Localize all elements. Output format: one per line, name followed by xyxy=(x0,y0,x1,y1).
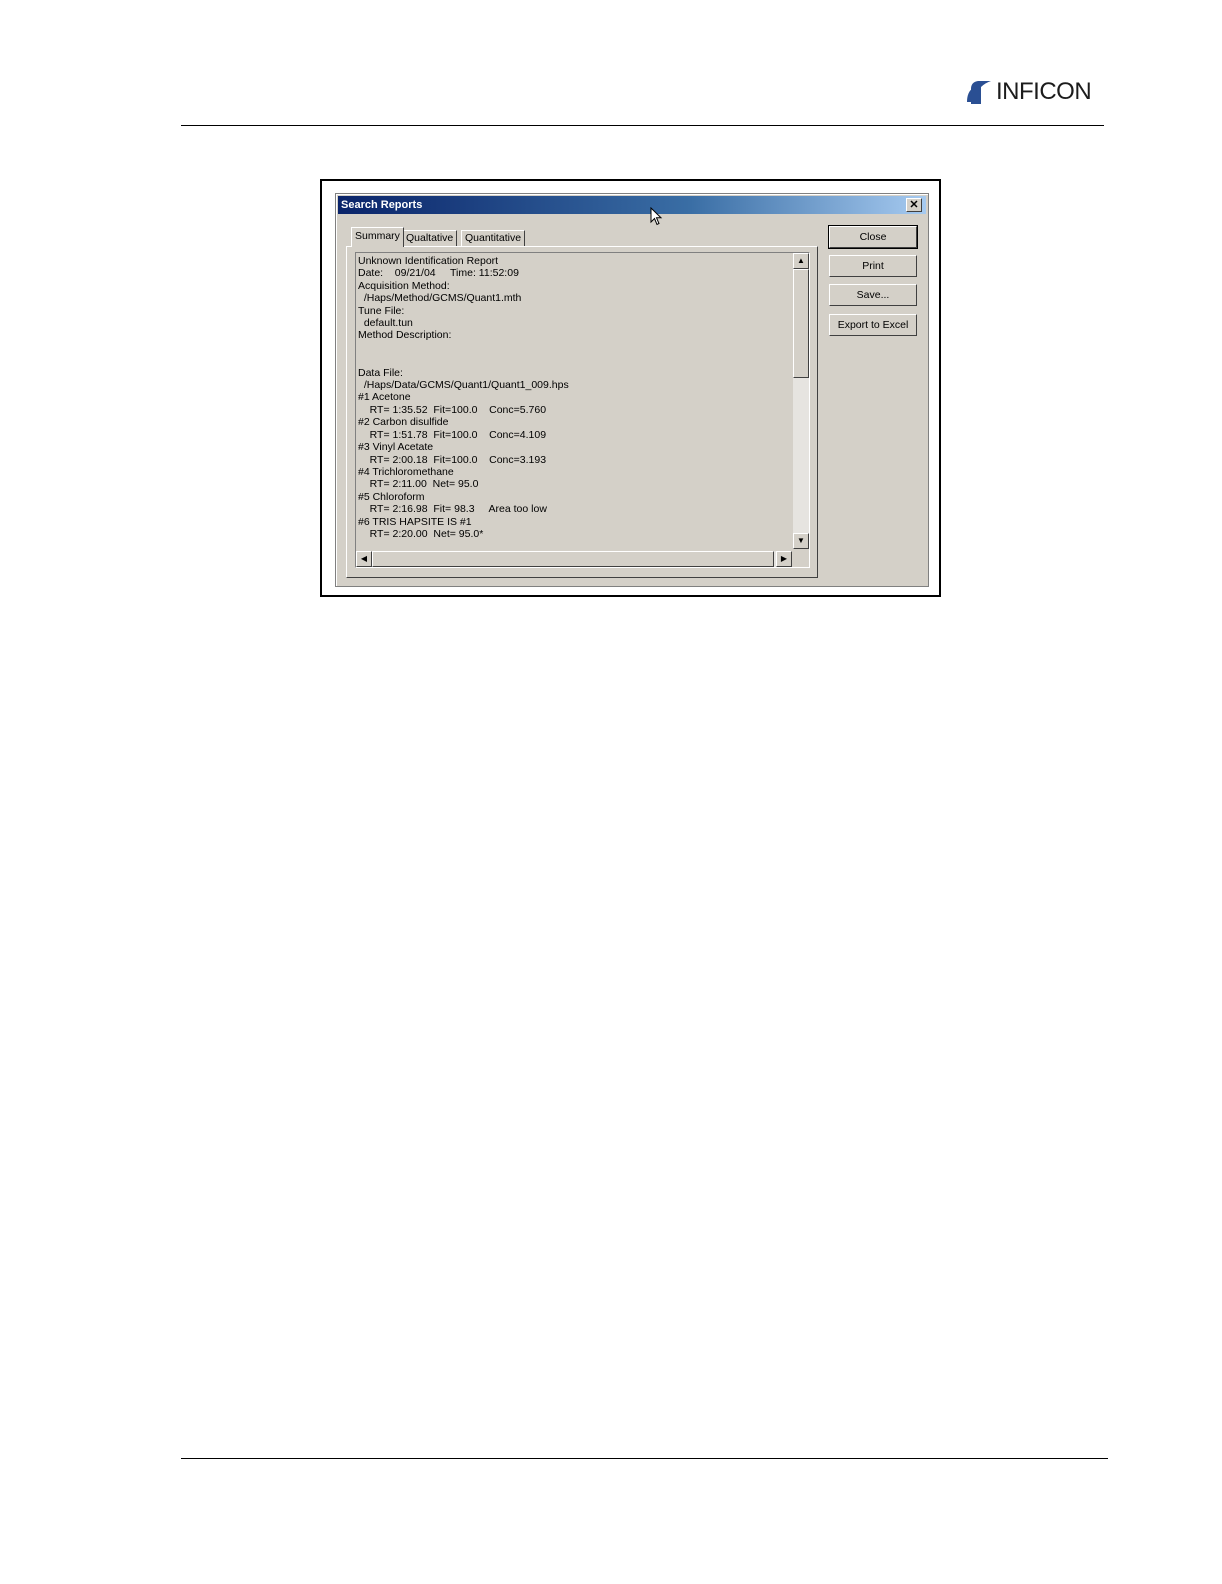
report-line: #5 Chloroform xyxy=(358,490,425,503)
report-content: Unknown Identification Report Date: 09/21… xyxy=(358,255,569,540)
report-line: RT= 2:11.00 Net= 95.0 xyxy=(358,478,479,491)
print-button[interactable]: Print xyxy=(829,255,917,277)
screenshot-frame: Search Reports ✕ Summary Qualtative Quan… xyxy=(320,179,941,597)
inficon-logo-icon xyxy=(967,81,991,104)
report-line: #3 Vinyl Acetate xyxy=(358,441,434,454)
close-icon[interactable]: ✕ xyxy=(906,198,922,212)
report-textarea[interactable]: Unknown Identification Report Date: 09/21… xyxy=(355,252,810,568)
dialog-titlebar[interactable]: Search Reports ✕ xyxy=(338,196,926,214)
close-button[interactable]: Close xyxy=(828,225,918,249)
report-line: /Haps/Data/GCMS/Quant1/Quant1_009.hps xyxy=(358,379,569,392)
export-to-excel-button[interactable]: Export to Excel xyxy=(829,314,917,336)
scroll-up-icon[interactable]: ▲ xyxy=(793,253,809,269)
report-line: Method Description: xyxy=(358,329,452,342)
report-line: RT= 2:20.00 Net= 95.0* xyxy=(358,527,484,540)
scroll-down-icon[interactable]: ▼ xyxy=(793,533,809,549)
report-line: Tune File: xyxy=(358,304,405,317)
header-rule xyxy=(181,125,1104,126)
report-line: #2 Carbon disulfide xyxy=(358,416,449,429)
tab-summary[interactable]: Summary xyxy=(351,227,404,247)
summary-panel: Unknown Identification Report Date: 09/21… xyxy=(346,246,818,578)
report-line: RT= 2:00.18 Fit=100.0 Conc=3.193 xyxy=(358,453,547,466)
vertical-scrollbar[interactable]: ▲ ▼ xyxy=(793,253,809,549)
report-line: #4 Trichloromethane xyxy=(358,465,454,478)
report-line: #6 TRIS HAPSITE IS #1 xyxy=(358,515,472,528)
scroll-corner xyxy=(793,551,809,567)
dialog-title: Search Reports xyxy=(341,199,423,211)
inficon-logo: INFICON xyxy=(965,76,1110,108)
report-line xyxy=(358,342,569,354)
tab-qualitative[interactable]: Qualtative xyxy=(402,230,458,246)
report-line: Acquisition Method: xyxy=(358,279,450,292)
report-line: RT= 2:16.98 Fit= 98.3 Area too low xyxy=(358,503,547,516)
horizontal-scrollbar[interactable]: ◀ ▶ xyxy=(356,551,792,567)
horizontal-scroll-thumb[interactable] xyxy=(372,551,774,567)
report-line: Data File: xyxy=(358,366,403,379)
search-reports-dialog: Search Reports ✕ Summary Qualtative Quan… xyxy=(335,193,929,587)
brand-name: INFICON xyxy=(996,78,1092,105)
report-line xyxy=(358,354,569,366)
report-line: #1 Acetone xyxy=(358,391,411,404)
report-line: Unknown Identification Report xyxy=(358,255,499,267)
tab-quantitative[interactable]: Quantitative xyxy=(461,230,526,246)
report-line: Date: 09/21/04 Time: 11:52:09 xyxy=(358,267,519,280)
footer-rule xyxy=(181,1458,1108,1459)
vertical-scroll-thumb[interactable] xyxy=(793,269,809,378)
report-line: default.tun xyxy=(358,317,413,330)
scroll-left-icon[interactable]: ◀ xyxy=(356,551,372,567)
scroll-right-icon[interactable]: ▶ xyxy=(776,551,792,567)
report-line: RT= 1:51.78 Fit=100.0 Conc=4.109 xyxy=(358,428,547,441)
report-line: /Haps/Method/GCMS/Quant1.mth xyxy=(358,292,522,305)
mouse-cursor-icon xyxy=(650,207,663,226)
report-line: RT= 1:35.52 Fit=100.0 Conc=5.760 xyxy=(358,403,547,416)
save-button[interactable]: Save... xyxy=(829,284,917,306)
